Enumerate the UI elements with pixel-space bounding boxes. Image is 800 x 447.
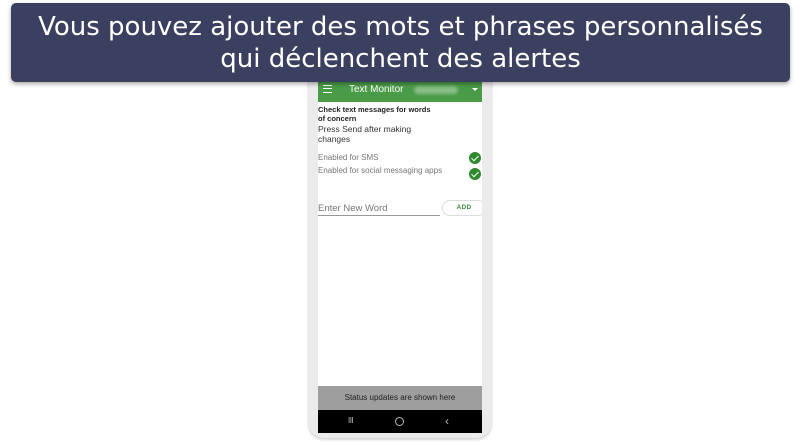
caption-banner: Vous pouvez ajouter des mots et phrases … (11, 3, 790, 82)
home-icon[interactable] (395, 417, 404, 426)
back-icon[interactable]: ‹ (445, 414, 449, 428)
app-title: Text Monitor (349, 84, 404, 95)
section-heading: Check text messages for words of concern (318, 105, 431, 123)
check-icon[interactable] (469, 168, 481, 180)
status-bar: Status updates are shown here (318, 386, 482, 410)
check-icon[interactable] (469, 152, 481, 164)
setting-social-label: Enabled for social messaging apps (318, 166, 443, 175)
navigation-bar: III ‹ (318, 410, 482, 433)
device-selector[interactable] (414, 86, 458, 94)
phone-screen: Text Monitor Check text messages for wor… (318, 78, 482, 433)
add-word-button[interactable]: ADD (442, 200, 482, 216)
caption-line-1: Vous pouvez ajouter des mots et phrases … (38, 12, 763, 42)
recents-icon[interactable]: III (348, 417, 356, 425)
new-word-input[interactable] (318, 202, 440, 216)
instruction-text: Press Send after making changes (318, 124, 412, 144)
setting-sms-label: Enabled for SMS (318, 153, 379, 162)
menu-icon[interactable] (323, 85, 332, 93)
caption-line-2: qui déclenchent des alertes (220, 44, 581, 74)
dropdown-arrow-icon[interactable] (472, 88, 478, 91)
